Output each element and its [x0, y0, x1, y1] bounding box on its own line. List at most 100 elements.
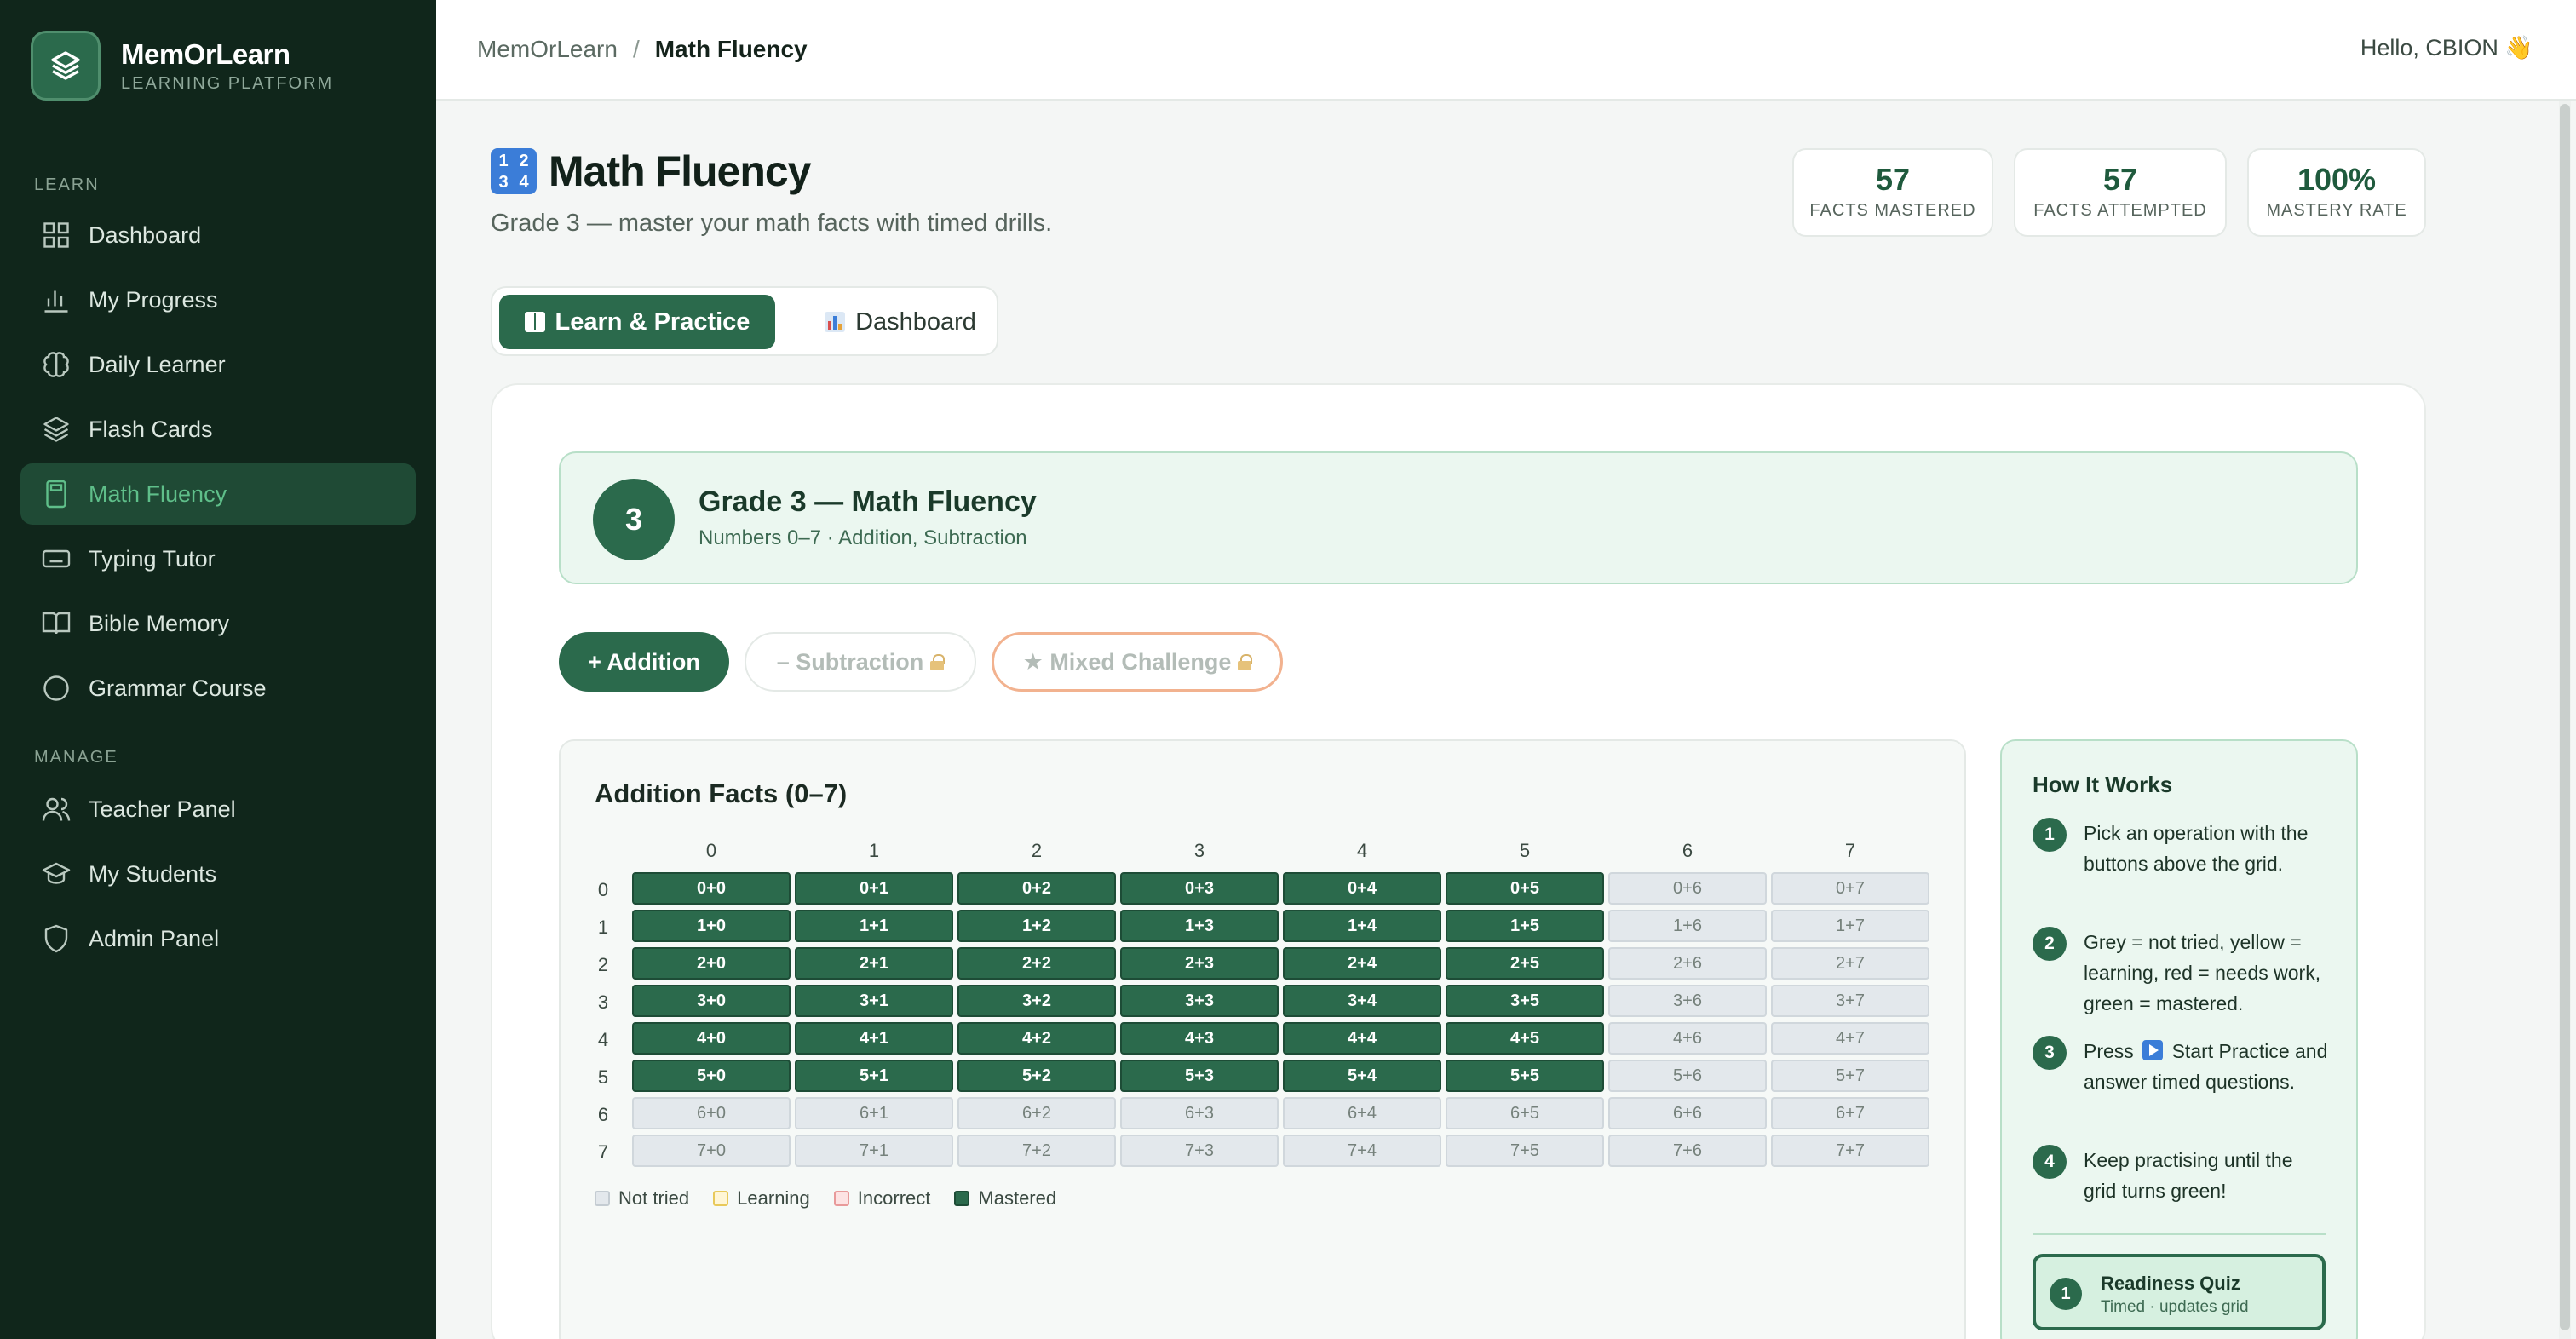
fact-cell[interactable]: 6+6: [1608, 1097, 1767, 1129]
fact-cell[interactable]: 4+5: [1446, 1022, 1604, 1055]
breadcrumb-root[interactable]: MemOrLearn: [477, 36, 618, 63]
tab-learn-practice[interactable]: Learn & Practice: [499, 295, 775, 349]
legend-mastered: Mastered: [954, 1187, 1056, 1210]
fact-cell[interactable]: 7+3: [1120, 1135, 1279, 1167]
fact-cell[interactable]: 3+5: [1446, 985, 1604, 1017]
fact-cell[interactable]: 5+5: [1446, 1060, 1604, 1092]
fact-cell[interactable]: 6+5: [1446, 1097, 1604, 1129]
fact-cell[interactable]: 4+0: [632, 1022, 791, 1055]
fact-cell[interactable]: 4+4: [1283, 1022, 1441, 1055]
fact-cell[interactable]: 7+0: [632, 1135, 791, 1167]
users-icon: [42, 797, 71, 821]
fact-cell[interactable]: 6+0: [632, 1097, 791, 1129]
sidebar-item-my-progress[interactable]: My Progress: [20, 269, 416, 330]
fact-cell[interactable]: 0+5: [1446, 872, 1604, 905]
fact-cell[interactable]: 0+7: [1771, 872, 1929, 905]
fact-cell[interactable]: 0+0: [632, 872, 791, 905]
fact-cell[interactable]: 1+0: [632, 910, 791, 942]
fact-cell[interactable]: 7+7: [1771, 1135, 1929, 1167]
fact-cell[interactable]: 4+1: [795, 1022, 953, 1055]
step-text: Keep practising until the grid turns gre…: [2084, 1149, 2293, 1202]
calculator-icon: [46, 480, 66, 509]
fact-cell[interactable]: 2+3: [1120, 947, 1279, 980]
how-step-2: 2 Grey = not tried, yellow = learning, r…: [2033, 927, 2331, 1019]
fact-cell[interactable]: 0+4: [1283, 872, 1441, 905]
fact-cell[interactable]: 4+7: [1771, 1022, 1929, 1055]
fact-cell[interactable]: 2+2: [957, 947, 1116, 980]
fact-cell[interactable]: 3+4: [1283, 985, 1441, 1017]
fact-cell[interactable]: 1+3: [1120, 910, 1279, 942]
fact-cell[interactable]: 3+2: [957, 985, 1116, 1017]
fact-cell[interactable]: 2+1: [795, 947, 953, 980]
fact-cell[interactable]: 3+7: [1771, 985, 1929, 1017]
fact-cell[interactable]: 7+2: [957, 1135, 1116, 1167]
readiness-quiz-button[interactable]: 1 Readiness Quiz Timed · updates grid: [2033, 1254, 2326, 1330]
scrollbar-thumb[interactable]: [2560, 104, 2570, 1330]
fact-cell[interactable]: 4+2: [957, 1022, 1116, 1055]
fact-cell[interactable]: 1+4: [1283, 910, 1441, 942]
fact-cell[interactable]: 1+7: [1771, 910, 1929, 942]
addition-button[interactable]: + Addition: [559, 632, 729, 692]
fact-cell[interactable]: 7+4: [1283, 1135, 1441, 1167]
sidebar-item-math-fluency[interactable]: Math Fluency: [20, 463, 416, 525]
fact-cell[interactable]: 5+3: [1120, 1060, 1279, 1092]
fact-cell[interactable]: 0+3: [1120, 872, 1279, 905]
fact-cell[interactable]: 7+6: [1608, 1135, 1767, 1167]
sidebar-item-admin-panel[interactable]: Admin Panel: [20, 908, 416, 969]
fact-cell[interactable]: 6+2: [957, 1097, 1116, 1129]
fact-cell[interactable]: 2+4: [1283, 947, 1441, 980]
sidebar-item-dashboard[interactable]: Dashboard: [20, 204, 416, 266]
sidebar-item-bible-memory[interactable]: Bible Memory: [20, 593, 416, 654]
sidebar-item-daily-learner[interactable]: Daily Learner: [20, 334, 416, 395]
tab-label: Learn & Practice: [555, 307, 750, 336]
user-greeting[interactable]: Hello, CBION 👋: [2360, 34, 2533, 61]
mixed-challenge-button[interactable]: ★ Mixed Challenge: [992, 632, 1283, 692]
fact-cell[interactable]: 4+3: [1120, 1022, 1279, 1055]
fact-cell[interactable]: 2+0: [632, 947, 791, 980]
fact-cell[interactable]: 3+6: [1608, 985, 1767, 1017]
fact-cell[interactable]: 3+1: [795, 985, 953, 1017]
fact-cell[interactable]: 1+1: [795, 910, 953, 942]
sidebar-item-teacher-panel[interactable]: Teacher Panel: [20, 779, 416, 840]
fact-cell[interactable]: 5+0: [632, 1060, 791, 1092]
fact-cell[interactable]: 5+4: [1283, 1060, 1441, 1092]
fact-cell[interactable]: 6+7: [1771, 1097, 1929, 1129]
sidebar-item-typing-tutor[interactable]: Typing Tutor: [20, 528, 416, 589]
fact-cell[interactable]: 7+5: [1446, 1135, 1604, 1167]
fact-cell[interactable]: 5+2: [957, 1060, 1116, 1092]
subtraction-button[interactable]: – Subtraction: [745, 632, 976, 692]
grid-row-header: 1: [597, 917, 609, 938]
stat-label: FACTS ATTEMPTED: [2033, 201, 2207, 220]
step-number: 1: [2033, 818, 2067, 852]
sidebar-item-my-students[interactable]: My Students: [20, 843, 416, 905]
stat-value: 57: [2102, 162, 2138, 197]
lock-icon: [1238, 654, 1253, 670]
tab-dashboard[interactable]: Dashboard: [811, 295, 990, 349]
sidebar-item-flash-cards[interactable]: Flash Cards: [20, 399, 416, 460]
fact-cell[interactable]: 0+6: [1608, 872, 1767, 905]
fact-cell[interactable]: 6+3: [1120, 1097, 1279, 1129]
fact-cell[interactable]: 5+7: [1771, 1060, 1929, 1092]
fact-cell[interactable]: 3+0: [632, 985, 791, 1017]
fact-cell[interactable]: 2+6: [1608, 947, 1767, 980]
fact-cell[interactable]: 1+2: [957, 910, 1116, 942]
legend-label: Learning: [737, 1187, 810, 1209]
grid-column-header: 4: [1356, 840, 1368, 861]
fact-cell[interactable]: 1+6: [1608, 910, 1767, 942]
fact-cell[interactable]: 6+4: [1283, 1097, 1441, 1129]
fact-cell[interactable]: 5+1: [795, 1060, 953, 1092]
shield-icon: [44, 924, 68, 953]
fact-cell[interactable]: 3+3: [1120, 985, 1279, 1017]
fact-cell[interactable]: 0+1: [795, 872, 953, 905]
brand[interactable]: MemOrLearn LEARNING PLATFORM: [0, 0, 436, 101]
fact-cell[interactable]: 0+2: [957, 872, 1116, 905]
fact-cell[interactable]: 2+5: [1446, 947, 1604, 980]
sidebar-item-grammar-course[interactable]: Grammar Course: [20, 658, 416, 719]
fact-cell[interactable]: 4+6: [1608, 1022, 1767, 1055]
fact-cell[interactable]: 1+5: [1446, 910, 1604, 942]
fact-cell[interactable]: 2+7: [1771, 947, 1929, 980]
fact-cell[interactable]: 5+6: [1608, 1060, 1767, 1092]
step-number: 4: [2033, 1145, 2067, 1179]
fact-cell[interactable]: 6+1: [795, 1097, 953, 1129]
fact-cell[interactable]: 7+1: [795, 1135, 953, 1167]
